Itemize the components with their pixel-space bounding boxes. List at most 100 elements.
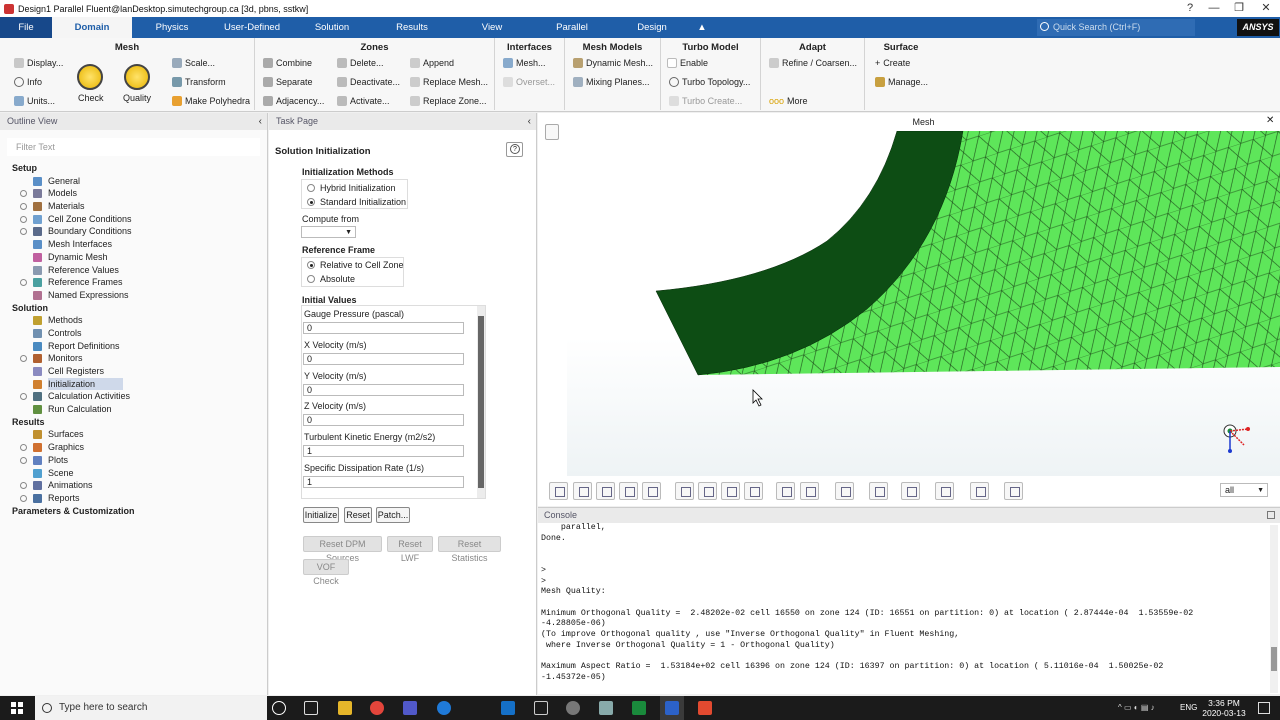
expand-icon[interactable] <box>20 228 27 236</box>
isometric-icon[interactable] <box>744 482 763 500</box>
view-cube-icon[interactable] <box>901 482 920 500</box>
scale-button[interactable]: Scale... <box>172 58 215 68</box>
absolute-radio[interactable]: Absolute <box>307 274 355 284</box>
tree-item-methods[interactable]: Methods <box>0 314 267 327</box>
language-indicator[interactable]: ENG <box>1180 703 1197 712</box>
collapse-outline-icon[interactable]: ‹ <box>259 113 262 130</box>
tree-item-calculation-activities[interactable]: Calculation Activities <box>0 390 267 403</box>
close-mesh-window-icon[interactable]: ✕ <box>1266 115 1274 126</box>
tree-item-parameters-customization[interactable]: Parameters & Customization <box>0 505 267 518</box>
tab-domain[interactable]: Domain <box>52 17 132 38</box>
camtasia-icon[interactable] <box>632 701 646 715</box>
skype-icon[interactable] <box>437 701 451 715</box>
app-icon-3[interactable] <box>599 701 613 715</box>
reset-button[interactable]: Reset <box>344 507 372 523</box>
tree-item-models[interactable]: Models <box>0 187 267 200</box>
tree-item-controls[interactable]: Controls <box>0 327 267 340</box>
tab-view[interactable]: View <box>452 17 532 38</box>
collapse-task-icon[interactable]: ‹ <box>528 113 531 130</box>
report-icon[interactable] <box>1004 482 1023 500</box>
outlook-icon[interactable] <box>501 701 515 715</box>
tree-item-plots[interactable]: Plots <box>0 454 267 467</box>
tree-item-solution[interactable]: Solution <box>0 302 267 315</box>
interfaces-mesh-button[interactable]: Mesh... <box>503 58 546 68</box>
tree-item-initialization[interactable]: Initialization <box>0 377 267 391</box>
expand-icon[interactable] <box>20 393 27 401</box>
teams-icon[interactable] <box>403 701 417 715</box>
tree-item-cell-zone-conditions[interactable]: Cell Zone Conditions <box>0 213 267 226</box>
tree-item-surfaces[interactable]: Surfaces <box>0 428 267 441</box>
tab-physics[interactable]: Physics <box>132 17 212 38</box>
tab-file[interactable]: File <box>0 17 52 38</box>
close-window-button[interactable]: ✕ <box>1252 0 1280 17</box>
zoom-to-area-icon[interactable] <box>619 482 638 500</box>
field-value-input[interactable]: 1 <box>303 445 464 458</box>
turbo-create-button[interactable]: Turbo Create... <box>669 96 742 106</box>
expand-icon[interactable] <box>20 494 27 502</box>
expand-icon[interactable] <box>20 482 27 490</box>
tree-item-monitors[interactable]: Monitors <box>0 352 267 365</box>
compute-from-select[interactable]: ▼ <box>301 226 356 238</box>
console-panel[interactable]: Console parallel, Done. > > Mesh Quality… <box>538 507 1280 694</box>
zoom-out-icon[interactable] <box>698 482 717 500</box>
draw-icon[interactable] <box>776 482 795 500</box>
transform-button[interactable]: Transform <box>172 77 226 87</box>
tree-item-results[interactable]: Results <box>0 416 267 429</box>
taskbar-clock[interactable]: 3:36 PM 2020-03-13 <box>1196 698 1252 718</box>
standard-init-radio[interactable]: Standard Initialization <box>307 197 406 207</box>
maximize-button[interactable]: ❐ <box>1225 0 1253 17</box>
turbo-topology-button[interactable]: Turbo Topology... <box>669 77 750 87</box>
chart-icon[interactable] <box>970 482 989 500</box>
initialize-button[interactable]: Initialize <box>303 507 339 523</box>
activate-button[interactable]: Activate... <box>337 96 390 106</box>
tree-item-graphics[interactable]: Graphics <box>0 441 267 454</box>
vof-check-button[interactable]: VOF Check <box>303 559 349 586</box>
file-explorer-icon[interactable] <box>338 701 352 715</box>
tab-user-defined[interactable]: User-Defined <box>212 17 292 38</box>
expand-icon[interactable] <box>20 355 27 363</box>
notifications-icon[interactable] <box>1258 702 1270 714</box>
copy-view-icon[interactable] <box>545 124 559 140</box>
relative-cell-zone-radio[interactable]: Relative to Cell Zone <box>307 260 404 270</box>
app-icon-2[interactable] <box>566 701 580 715</box>
adjacency-button[interactable]: Adjacency... <box>263 96 324 106</box>
quality-icon[interactable] <box>124 64 150 90</box>
adapt-more-button[interactable]: ooo More <box>769 96 808 106</box>
replace-mesh-button[interactable]: Replace Mesh... <box>410 77 488 87</box>
deactivate-button[interactable]: Deactivate... <box>337 77 400 87</box>
taskbar-search-input[interactable]: Type here to search <box>35 696 267 720</box>
expand-icon[interactable] <box>20 190 27 198</box>
field-value-input[interactable]: 0 <box>303 352 464 365</box>
view-filter-select[interactable]: all ▼ <box>1220 483 1268 497</box>
pan-icon[interactable] <box>573 482 592 500</box>
tree-item-scene[interactable]: Scene <box>0 467 267 480</box>
check-button[interactable]: Check <box>78 93 104 103</box>
mixing-planes-button[interactable]: Mixing Planes... <box>573 77 650 87</box>
filter-text-input[interactable]: Filter Text <box>7 138 260 156</box>
surface-create-button[interactable]: + Create <box>875 58 910 68</box>
cortana-icon[interactable] <box>272 701 286 715</box>
append-button[interactable]: Append <box>410 58 454 68</box>
app-icon-1[interactable] <box>534 701 548 715</box>
fit-to-window-icon[interactable] <box>642 482 661 500</box>
dynamic-mesh-button[interactable]: Dynamic Mesh... <box>573 58 653 68</box>
help-button[interactable]: ? <box>506 142 523 157</box>
tree-item-reports[interactable]: Reports <box>0 492 267 505</box>
console-scroll-thumb[interactable] <box>1271 647 1277 671</box>
collapse-ribbon-icon[interactable]: ▲ <box>692 17 712 38</box>
tab-solution[interactable]: Solution <box>292 17 372 38</box>
zoom-in-icon[interactable] <box>675 482 694 500</box>
refine-coarsen-button[interactable]: Refine / Coarsen... <box>769 58 857 68</box>
reset-statistics-button[interactable]: Reset Statistics <box>438 536 501 563</box>
tree-item-cell-registers[interactable]: Cell Registers <box>0 365 267 378</box>
tree-item-dynamic-mesh[interactable]: Dynamic Mesh <box>0 251 267 264</box>
zoom-in-out-icon[interactable] <box>596 482 615 500</box>
overset-button[interactable]: Overset... <box>503 77 555 87</box>
axes-icon[interactable] <box>721 482 740 500</box>
chrome-icon[interactable] <box>370 701 384 715</box>
task-view-icon[interactable] <box>304 701 318 715</box>
tree-item-materials[interactable]: Materials <box>0 200 267 213</box>
fluent-taskbar-active[interactable] <box>660 696 684 720</box>
reset-lwf-button[interactable]: Reset LWF <box>387 536 433 563</box>
check-icon[interactable] <box>77 64 103 90</box>
